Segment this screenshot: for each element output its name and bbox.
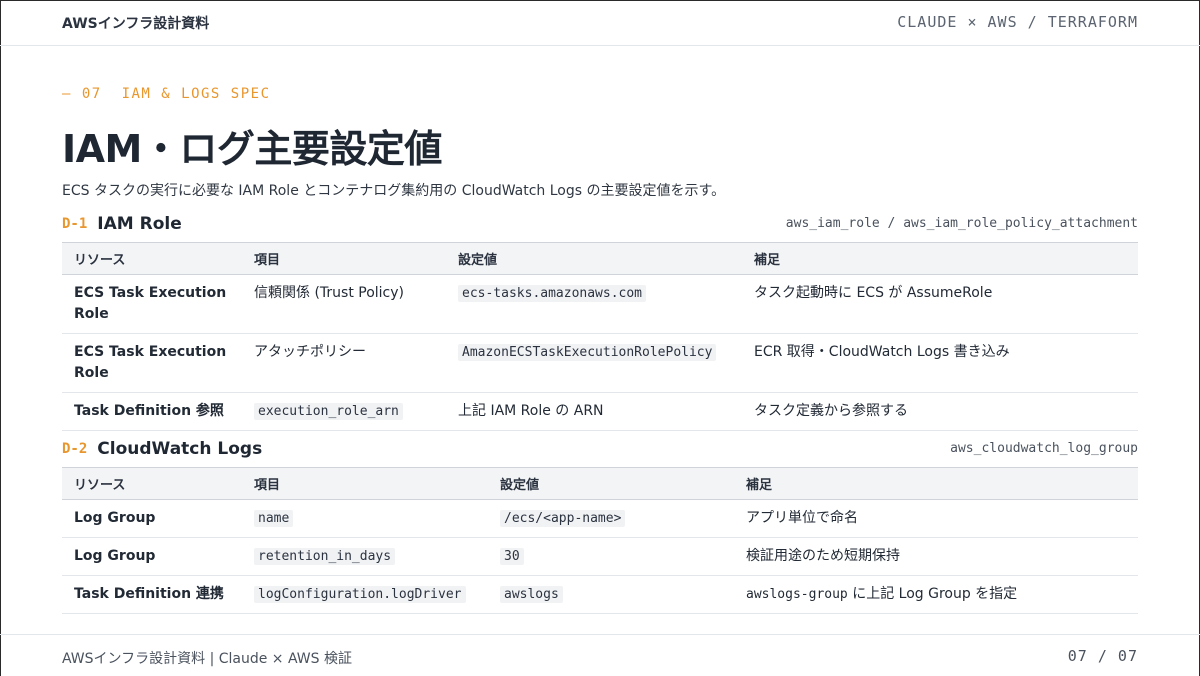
- lead-text: ECS タスクの実行に必要な IAM Role とコンテナログ集約用の Clou…: [62, 183, 726, 199]
- cell-note: ECR 取得・CloudWatch Logs 書き込み: [742, 333, 1138, 393]
- column-header: 項目: [242, 467, 488, 500]
- cell-note: タスク定義から参照する: [742, 392, 1138, 431]
- page-footer: AWSインフラ設計資料 | Claude × AWS 検証 07 / 07: [0, 634, 1200, 676]
- table-row: Task Definition 参照 execution_role_arn 上記…: [62, 392, 1138, 431]
- section-code: D-2: [62, 440, 88, 457]
- cell-resource: Log Group: [62, 499, 242, 538]
- item-code: execution_role_arn: [254, 403, 403, 420]
- cell-resource: ECS Task Execution Role: [62, 333, 242, 393]
- value-code: 30: [500, 548, 524, 565]
- item-code: name: [254, 510, 294, 527]
- column-header: リソース: [62, 467, 242, 500]
- document-brand: AWSインフラ設計資料: [62, 16, 210, 32]
- table-row: ECS Task Execution Role アタッチポリシー AmazonE…: [62, 333, 1138, 393]
- footer-label: AWSインフラ設計資料 | Claude × AWS 検証: [62, 651, 352, 667]
- cell-resource: Task Definition 参照: [62, 392, 242, 431]
- cell-resource: Log Group: [62, 537, 242, 576]
- item-code: retention_in_days: [254, 548, 396, 565]
- table-header-row: リソース 項目 設定値 補足: [62, 467, 1138, 500]
- cell-item: logConfiguration.logDriver: [242, 575, 488, 614]
- page-header: AWSインフラ設計資料 CLAUDE × AWS / TERRAFORM: [0, 0, 1200, 46]
- item-code: logConfiguration.logDriver: [254, 586, 466, 603]
- cell-value: awslogs: [488, 575, 734, 614]
- cell-item: execution_role_arn: [242, 392, 446, 431]
- page-title: IAM・ログ主要設定値: [62, 127, 442, 171]
- column-header: 項目: [242, 242, 446, 275]
- value-code: ecs-tasks.amazonaws.com: [458, 285, 647, 302]
- column-header: リソース: [62, 242, 242, 275]
- page-number: 07 / 07: [1067, 647, 1138, 665]
- table-row: Task Definition 連携 logConfiguration.logD…: [62, 575, 1138, 614]
- section-resources: aws_iam_role / aws_iam_role_policy_attac…: [785, 216, 1138, 231]
- cell-item: アタッチポリシー: [242, 333, 446, 393]
- section-heading-iam: D-1 IAM Role aws_iam_role / aws_iam_role_…: [62, 213, 1138, 237]
- note-text: に上記 Log Group を指定: [852, 586, 1018, 602]
- value-code: /ecs/<app-name>: [500, 510, 626, 527]
- cell-value: /ecs/<app-name>: [488, 499, 734, 538]
- table-row: Log Group name /ecs/<app-name> アプリ単位で命名: [62, 499, 1138, 538]
- column-header: 補足: [742, 242, 1138, 275]
- column-header: 設定値: [446, 242, 742, 275]
- cell-item: name: [242, 499, 488, 538]
- cell-note: 検証用途のため短期保持: [734, 537, 1138, 576]
- cell-value: 上記 IAM Role の ARN: [446, 392, 742, 431]
- cell-note: awslogs-group に上記 Log Group を指定: [734, 575, 1138, 614]
- cell-item: 信頼関係 (Trust Policy): [242, 274, 446, 334]
- section-name: CloudWatch Logs: [97, 438, 263, 459]
- column-header: 補足: [734, 467, 1138, 500]
- table-row: Log Group retention_in_days 30 検証用途のため短期…: [62, 537, 1138, 576]
- section-heading-logs: D-2 CloudWatch Logs aws_cloudwatch_log_gr…: [62, 438, 1138, 462]
- cloudwatch-logs-table: リソース 項目 設定値 補足 Log Group name /ecs/<app-…: [62, 467, 1138, 614]
- cell-value: 30: [488, 537, 734, 576]
- section-resources: aws_cloudwatch_log_group: [950, 441, 1138, 456]
- iam-role-table: リソース 項目 設定値 補足 ECS Task Execution Role 信…: [62, 242, 1138, 431]
- value-code: awslogs: [500, 586, 563, 603]
- cell-resource: Task Definition 連携: [62, 575, 242, 614]
- value-code: AmazonECSTaskExecutionRolePolicy: [458, 344, 717, 361]
- cell-note: アプリ単位で命名: [734, 499, 1138, 538]
- header-meta: CLAUDE × AWS / TERRAFORM: [897, 13, 1138, 31]
- cell-resource: ECS Task Execution Role: [62, 274, 242, 334]
- cell-value: ecs-tasks.amazonaws.com: [446, 274, 742, 334]
- cell-item: retention_in_days: [242, 537, 488, 576]
- section-code: D-1: [62, 215, 88, 232]
- section-name: IAM Role: [97, 213, 182, 234]
- column-header: 設定値: [488, 467, 734, 500]
- section-eyebrow: — 07 IAM & LOGS SPEC: [62, 86, 271, 102]
- table-row: ECS Task Execution Role 信頼関係 (Trust Poli…: [62, 274, 1138, 334]
- note-code: awslogs-group: [746, 587, 848, 602]
- table-header-row: リソース 項目 設定値 補足: [62, 242, 1138, 275]
- cell-note: タスク起動時に ECS が AssumeRole: [742, 274, 1138, 334]
- cell-value: AmazonECSTaskExecutionRolePolicy: [446, 333, 742, 393]
